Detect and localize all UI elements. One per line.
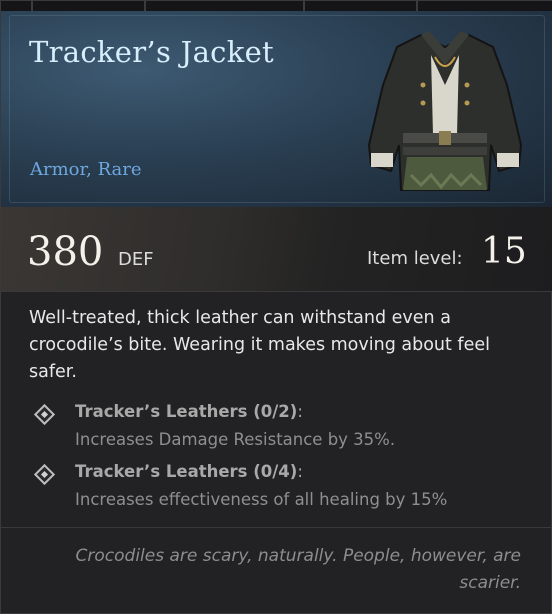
item-level-label: Item level: (367, 248, 463, 269)
flavor-text: Crocodiles are scary, naturally. People,… (75, 546, 521, 593)
set-effect-text: Increases effectiveness of all healing b… (75, 490, 448, 509)
set-effect-name: Tracker’s Leathers (0/4): (75, 462, 303, 481)
jacket-icon (367, 31, 523, 191)
tooltip-header: Tracker’s Jacket Armor, Rare (1, 11, 552, 208)
divider (1, 527, 552, 528)
item-type: Armor, Rare (30, 159, 142, 180)
diamond-bullet-icon (33, 463, 56, 486)
set-effect-text: Increases Damage Resistance by 35%. (75, 430, 396, 449)
item-level-value: 15 (481, 231, 527, 272)
item-tooltip: Tracker’s Jacket Armor, Rare 380 DEF Ite… (0, 0, 552, 614)
set-effect-name: Tracker’s Leathers (0/2): (75, 402, 303, 421)
diamond-bullet-icon (33, 403, 56, 426)
top-strip (1, 1, 552, 11)
defense-unit: DEF (118, 249, 154, 270)
item-description: Well-treated, thick leather can withstan… (29, 308, 490, 382)
defense-value: 380 (27, 229, 104, 275)
item-name: Tracker’s Jacket (29, 35, 274, 69)
stat-bar: 380 DEF Item level: 15 (1, 207, 552, 292)
